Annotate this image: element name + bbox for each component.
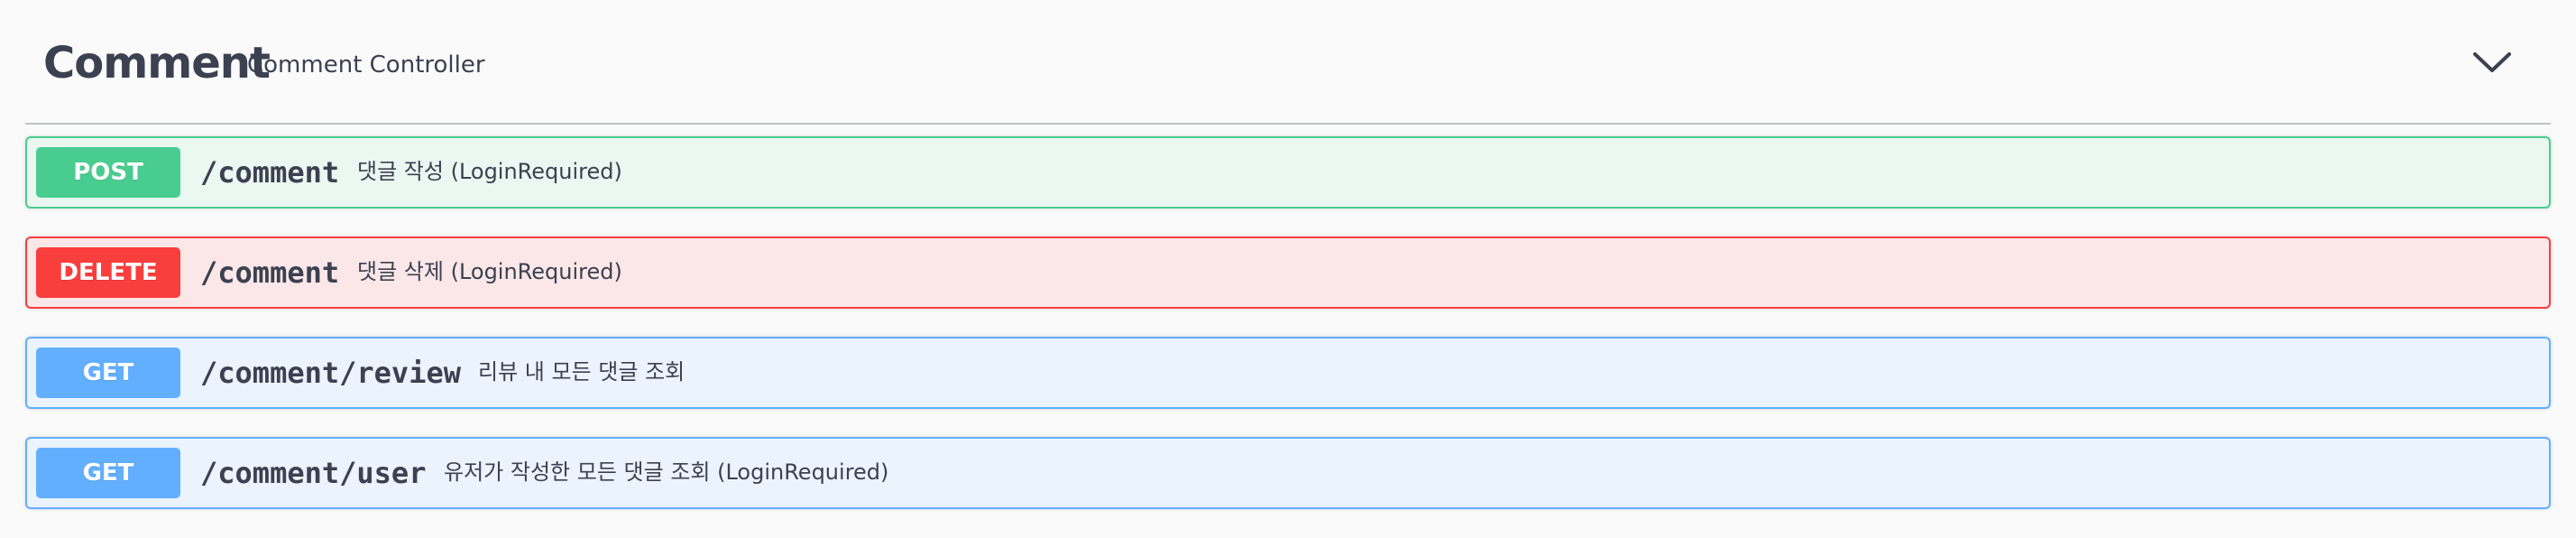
- tag-header[interactable]: Comment Comment Controller: [25, 0, 2551, 125]
- chevron-down-icon[interactable]: [2470, 43, 2515, 81]
- tag-section-comment: Comment Comment Controller POST /comment…: [25, 0, 2551, 538]
- tag-description: Comment Controller: [247, 51, 485, 79]
- operation-path: /comment/user: [200, 456, 427, 490]
- operation-delete-comment[interactable]: DELETE /comment 댓글 삭제 (LoginRequired): [25, 237, 2551, 309]
- operation-get-comment-review[interactable]: GET /comment/review 리뷰 내 모든 댓글 조회: [25, 337, 2551, 409]
- operation-summary: 유저가 작성한 모든 댓글 조회 (LoginRequired): [444, 459, 889, 485]
- operation-summary: 댓글 삭제 (LoginRequired): [357, 259, 622, 284]
- operation-summary: 댓글 작성 (LoginRequired): [357, 159, 622, 184]
- operation-path: /comment: [200, 155, 340, 190]
- operation-post-comment[interactable]: POST /comment 댓글 작성 (LoginRequired): [25, 136, 2551, 209]
- operation-path: /comment/review: [200, 356, 461, 390]
- method-badge-get: GET: [36, 348, 180, 398]
- method-badge-post: POST: [36, 147, 180, 198]
- method-badge-get: GET: [36, 448, 180, 498]
- method-badge-delete: DELETE: [36, 247, 180, 298]
- operation-summary: 리뷰 내 모든 댓글 조회: [478, 359, 685, 385]
- operation-path: /comment: [200, 255, 340, 290]
- operation-get-comment-user[interactable]: GET /comment/user 유저가 작성한 모든 댓글 조회 (Logi…: [25, 437, 2551, 509]
- tag-title: Comment: [43, 38, 271, 88]
